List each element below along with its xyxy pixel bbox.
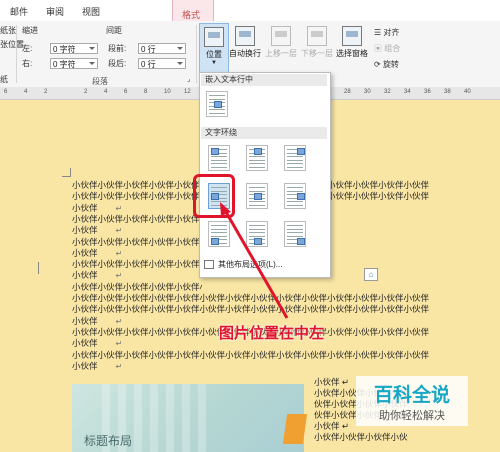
watermark: 百科全说 助你轻松解决 — [356, 376, 468, 426]
watermark-title: 百科全说 — [373, 385, 450, 406]
watermark-subtitle: 助你轻松解决 — [379, 410, 445, 422]
arrow-line — [224, 211, 289, 319]
callout-text: 图片位置在中左 — [219, 325, 325, 342]
arrow-head — [220, 202, 231, 216]
